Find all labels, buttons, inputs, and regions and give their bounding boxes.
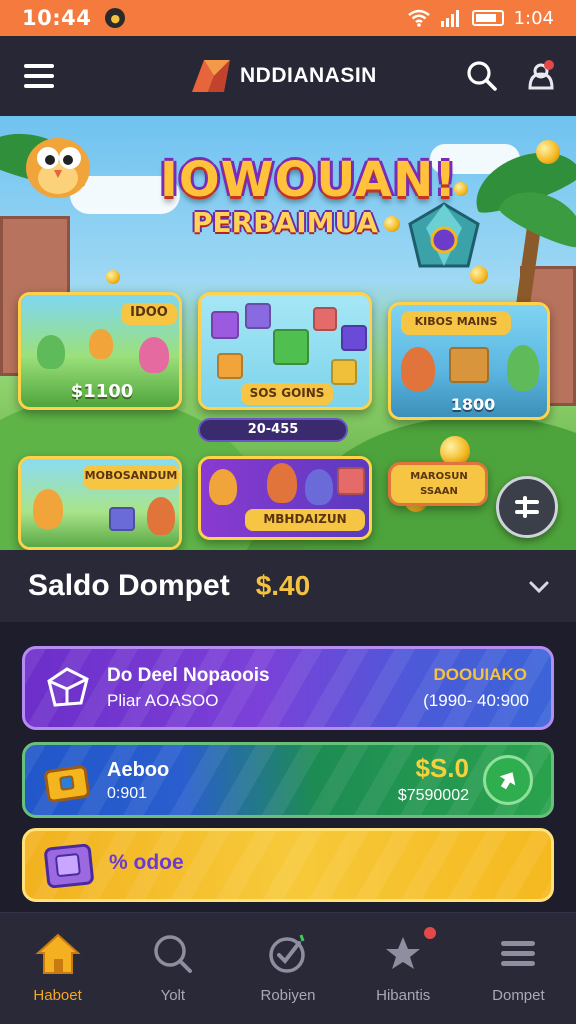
star-person-icon	[386, 937, 421, 969]
search-icon	[154, 935, 192, 973]
card-tag: MOBOSANDUM	[83, 465, 179, 489]
search-icon[interactable]	[466, 60, 498, 92]
wallet-row-reward[interactable]: Aeboo 0:901 $S.0 $7590002	[22, 742, 554, 818]
wallet-balance-bar[interactable]: Saldo Dompet $.40	[0, 550, 576, 622]
card-value: $1100	[70, 381, 134, 402]
brand-logo-icon	[192, 60, 230, 92]
game-card[interactable]: MBHDAIZUN	[198, 456, 372, 540]
swap-icon	[515, 496, 539, 518]
row-title: Do Deel Nopaoois	[107, 665, 270, 686]
nav-item-home[interactable]: Haboet	[0, 913, 115, 1024]
home-icon	[34, 933, 81, 974]
nav-label: Hibantis	[376, 987, 431, 1004]
row-subtitle: Pliar AOASOO	[107, 691, 219, 710]
arrow-up-button[interactable]	[483, 755, 533, 805]
row-right-value: (1990- 40:900	[423, 691, 529, 710]
row-right-value: $7590002	[397, 787, 469, 804]
game-card[interactable]: MOBOSANDUM	[18, 456, 182, 550]
wallet-row-promo[interactable]: % odoe	[22, 828, 554, 902]
nav-item-wallet[interactable]: Dompet	[461, 913, 576, 1024]
app-screen: 10:44 ● 1:04 NDDIANASIN IOWOUAN! PERBAIM…	[0, 0, 576, 1024]
card-tag: IDOO	[121, 303, 177, 325]
wallet-row-deposit[interactable]: Do Deel Nopaoois Pliar AOASOO DOOUIAKO (…	[22, 646, 554, 730]
nav-label: Dompet	[492, 987, 545, 1004]
promo-box-icon	[44, 843, 94, 889]
treasure-chest-icon	[44, 765, 90, 803]
card-value: 1800	[450, 395, 496, 414]
nav-label: Yolt	[160, 987, 186, 1004]
row-right-title: $S.0	[415, 753, 470, 783]
swap-button[interactable]	[496, 476, 558, 538]
signal-icon	[440, 10, 459, 27]
wallet-amount: $.40	[255, 570, 311, 601]
arrow-up-icon	[499, 772, 516, 790]
promo-banner[interactable]: IOWOUAN! PERBAIMUA IDOO $1100 SOS GOINS …	[0, 116, 576, 550]
game-card[interactable]: IDOO $1100	[18, 292, 182, 410]
card-tag: SOS GOINS	[241, 383, 333, 405]
nav-label: Haboet	[33, 987, 82, 1004]
app-header: NDDIANASIN	[0, 36, 576, 116]
row-title: % odoe	[109, 851, 184, 874]
status-right-text: 1:04	[513, 7, 554, 29]
slide-indicator: 20-455	[198, 418, 348, 442]
wifi-icon	[407, 9, 430, 27]
gem-box-icon	[47, 667, 89, 707]
chevron-down-icon[interactable]	[528, 576, 550, 598]
mascot-bird-icon	[26, 138, 90, 198]
row-subtitle: 0:901	[107, 785, 148, 802]
banner-title-sub: PERBAIMUA	[191, 206, 379, 239]
row-right-title: DOOUIAKO	[433, 665, 528, 684]
card-tag: MBHDAIZUN	[245, 509, 365, 531]
game-card[interactable]: MAROSUN SSAAN	[388, 462, 488, 506]
row-title: Aeboo	[107, 759, 170, 781]
nav-item-rewards[interactable]: Hibantis	[346, 913, 461, 1024]
profile-icon[interactable]	[524, 58, 558, 92]
notification-dot-icon: ●	[105, 8, 126, 28]
check-badge-icon	[269, 934, 305, 973]
status-time: 10:44	[22, 6, 92, 30]
brand[interactable]: NDDIANASIN	[190, 58, 377, 94]
game-card[interactable]: KIBOS MAINS 1800	[388, 302, 550, 420]
game-card[interactable]: SOS GOINS	[198, 292, 372, 410]
notification-badge	[423, 927, 436, 939]
battery-icon	[471, 10, 504, 26]
status-bar: 10:44 ● 1:04	[0, 0, 576, 36]
brand-name: NDDIANASIN	[240, 64, 377, 87]
banner-title: IOWOUAN! PERBAIMUA	[160, 152, 458, 239]
bottom-navigation: Haboet Yolt Robiyen Hibantis Dompet	[0, 912, 576, 1024]
status-right: 1:04	[407, 7, 554, 29]
wallet-list: Do Deel Nopaoois Pliar AOASOO DOOUIAKO (…	[0, 622, 576, 912]
menu-icon[interactable]	[24, 64, 54, 88]
nav-label: Robiyen	[260, 987, 316, 1004]
wallet-lines-icon	[501, 941, 536, 966]
card-tag: MAROSUN SSAAN	[410, 471, 468, 497]
nav-item-search[interactable]: Yolt	[115, 913, 230, 1024]
wallet-title: Saldo Dompet	[28, 569, 230, 602]
banner-title-main: IOWOUAN!	[160, 152, 458, 208]
nav-item-missions[interactable]: Robiyen	[230, 913, 345, 1024]
card-tag: KIBOS MAINS	[401, 311, 511, 335]
